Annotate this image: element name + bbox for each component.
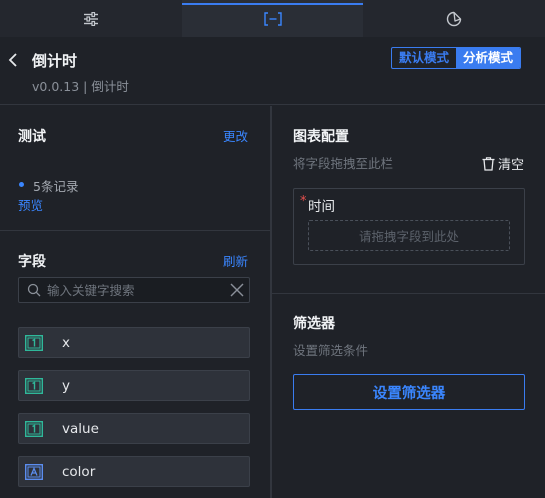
set-filter-label: 设置筛选器 bbox=[372, 385, 446, 402]
refresh-shape-icon bbox=[446, 11, 462, 26]
default-mode-button[interactable]: 默认模式 bbox=[392, 48, 456, 68]
field-search bbox=[18, 277, 250, 303]
record-count: 5条记录 bbox=[33, 179, 79, 194]
search-icon bbox=[27, 283, 41, 297]
chevron-left-icon[interactable] bbox=[7, 52, 21, 68]
field-name: y bbox=[62, 378, 70, 394]
filter-title: 筛选器 bbox=[293, 316, 335, 332]
required-mark: * bbox=[300, 194, 307, 209]
search-input[interactable] bbox=[47, 280, 217, 300]
preview-link[interactable]: 预览 bbox=[18, 195, 43, 214]
time-drop-zone[interactable]: 请拖拽字段到此处 bbox=[308, 220, 510, 251]
drop-placeholder: 请拖拽字段到此处 bbox=[358, 229, 459, 244]
divider bbox=[0, 230, 270, 231]
clear-button[interactable]: 清空 bbox=[482, 154, 524, 173]
clear-label: 清空 bbox=[498, 158, 525, 173]
component-header: 倒计时 v0.0.13 | 倒计时 默认模式 分析模式 bbox=[0, 37, 545, 105]
bracket-field-icon bbox=[263, 11, 282, 26]
record-dot bbox=[19, 182, 24, 187]
close-icon[interactable] bbox=[230, 283, 244, 297]
chart-config-title: 图表配置 bbox=[293, 129, 349, 145]
page-title: 倒计时 bbox=[32, 52, 78, 70]
chart-config-panel: 图表配置 将字段拖拽至此栏 清空 * 时间 请拖拽字段到此处 筛选器 设置筛选条… bbox=[272, 106, 545, 498]
field-item[interactable]: x bbox=[18, 327, 250, 358]
field-name: color bbox=[62, 464, 96, 480]
fields-section-title: 字段 bbox=[18, 254, 46, 270]
field-item[interactable]: color bbox=[18, 456, 250, 487]
data-source-panel: 测试 更改 5条记录 预览 字段 刷新 x y bbox=[0, 106, 270, 498]
filter-hint: 设置筛选条件 bbox=[293, 343, 369, 358]
number-field-icon bbox=[25, 378, 43, 394]
chart-config-hint: 将字段拖拽至此栏 bbox=[293, 156, 394, 171]
refresh-link[interactable]: 刷新 bbox=[223, 251, 248, 270]
field-name: value bbox=[62, 421, 99, 437]
field-item[interactable]: value bbox=[18, 413, 250, 444]
top-tab-bar bbox=[0, 0, 545, 37]
tab-interaction[interactable] bbox=[363, 0, 545, 37]
text-field-icon bbox=[25, 464, 43, 480]
sliders-icon bbox=[83, 11, 98, 26]
field-item[interactable]: y bbox=[18, 370, 250, 401]
field-name: x bbox=[62, 335, 70, 351]
divider bbox=[272, 293, 545, 294]
set-filter-button[interactable]: 设置筛选器 bbox=[293, 374, 525, 410]
analysis-mode-button[interactable]: 分析模式 bbox=[456, 48, 521, 68]
tab-style[interactable] bbox=[0, 0, 182, 37]
edit-link[interactable]: 更改 bbox=[223, 126, 248, 145]
test-section-title: 测试 bbox=[18, 129, 46, 145]
time-label: 时间 bbox=[308, 199, 335, 215]
number-field-icon bbox=[25, 335, 43, 351]
number-field-icon bbox=[25, 421, 43, 437]
mode-toggle: 默认模式 分析模式 bbox=[391, 47, 522, 69]
trash-icon bbox=[482, 156, 495, 171]
time-drop-box: * 时间 请拖拽字段到此处 bbox=[293, 188, 525, 265]
tab-data[interactable] bbox=[181, 0, 364, 37]
version-label: v0.0.13 | 倒计时 bbox=[32, 79, 129, 94]
